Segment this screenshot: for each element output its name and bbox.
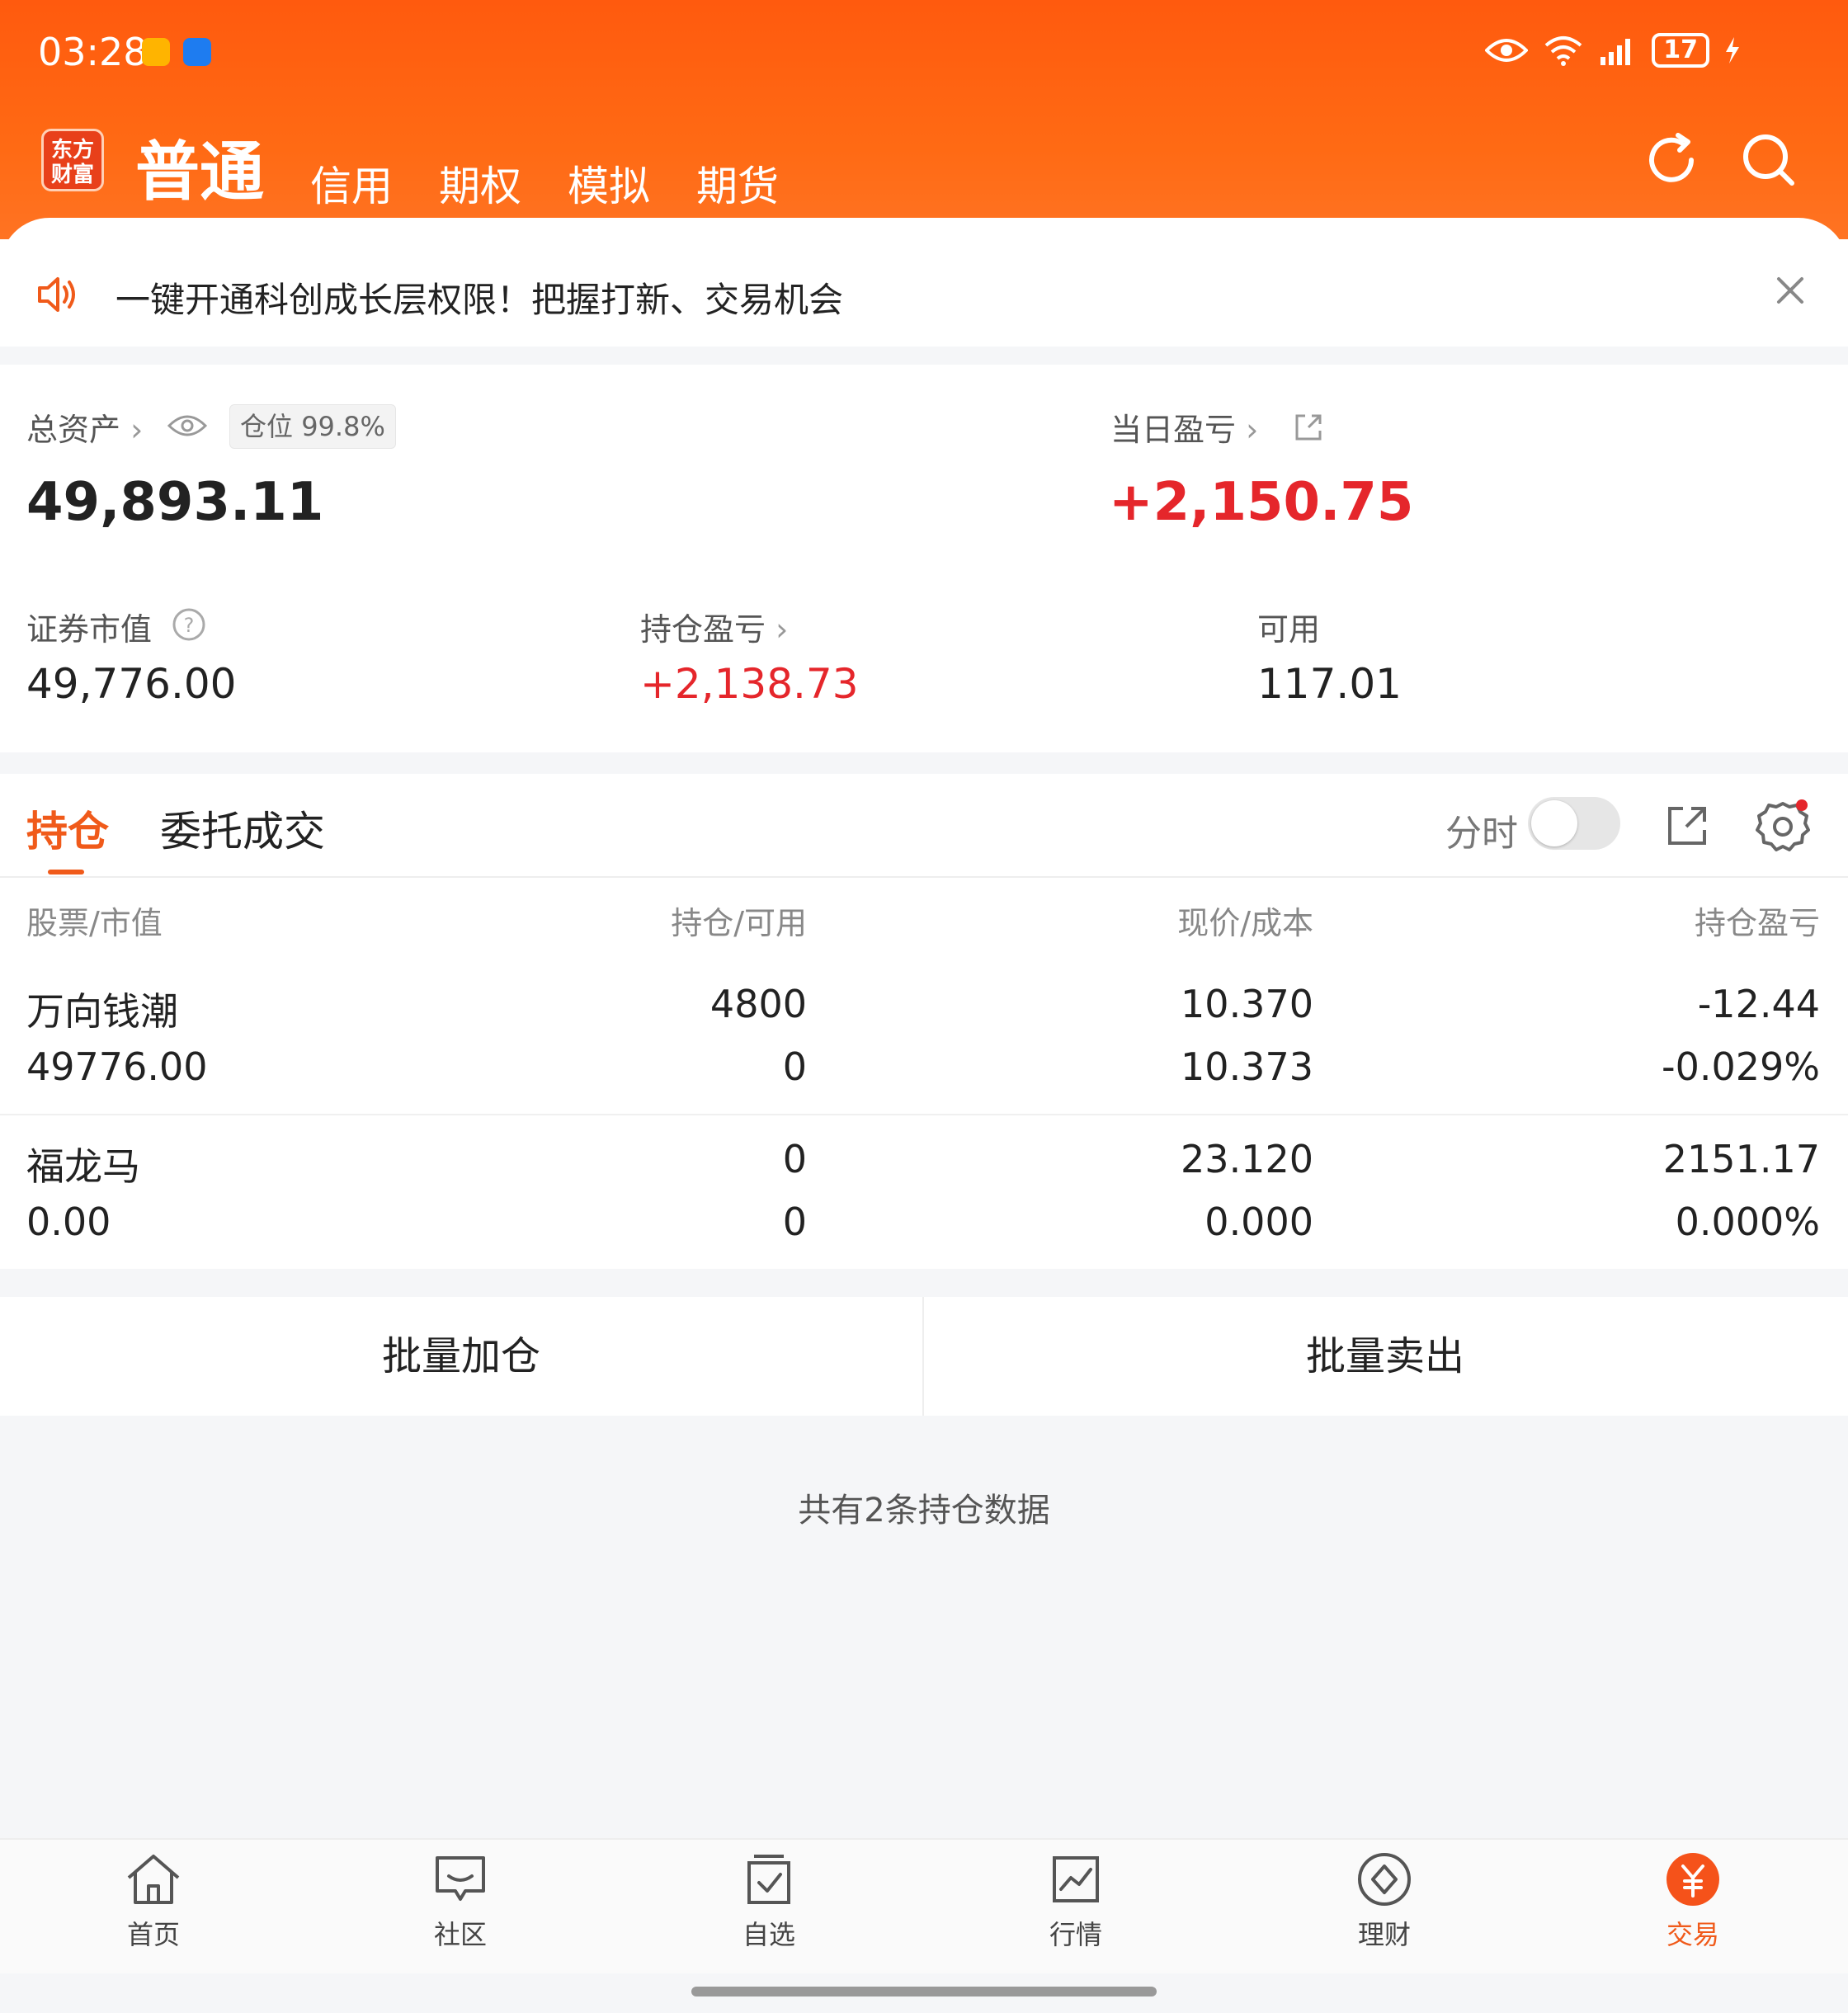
share-icon[interactable] xyxy=(1665,804,1709,848)
stock-pl: -12.44 xyxy=(1697,982,1820,1026)
chevron-right-icon: › xyxy=(1236,412,1259,448)
stock-market-value: 49776.00 xyxy=(26,1044,208,1089)
refresh-icon[interactable] xyxy=(1642,130,1701,190)
tab-options[interactable]: 期权 xyxy=(439,153,521,213)
total-assets-link[interactable]: 总资产 › xyxy=(26,404,143,450)
tab-futures[interactable]: 期货 xyxy=(696,153,779,213)
chat-icon xyxy=(436,1856,485,1901)
stock-pl-pct: 0.000% xyxy=(1675,1200,1820,1244)
total-assets-value: 49,893.11 xyxy=(26,472,324,533)
home-indicator[interactable] xyxy=(691,1987,1157,1996)
stock-name[interactable]: 万向钱潮 xyxy=(26,982,178,1036)
stock-price: 23.120 xyxy=(1181,1137,1313,1181)
notification-app-icon xyxy=(142,38,170,66)
share-icon[interactable] xyxy=(1292,411,1325,444)
charging-icon xyxy=(1726,37,1739,64)
wifi-icon xyxy=(1544,36,1582,66)
app-logo: 东方 财富 xyxy=(41,129,104,191)
eye-icon xyxy=(1485,39,1529,62)
col-position: 持仓/可用 xyxy=(671,905,807,941)
nav-label: 首页 xyxy=(126,1919,180,1950)
bulk-sell-button[interactable]: 批量卖出 xyxy=(924,1297,1846,1416)
col-stock: 股票/市值 xyxy=(26,898,163,943)
col-stock-label: 股票/市值 xyxy=(26,905,163,941)
tab-orders[interactable]: 委托成交 xyxy=(160,799,325,858)
divider xyxy=(0,876,1848,878)
market-value-label: 证券市值 xyxy=(26,611,153,648)
trade-yen-icon xyxy=(1666,1853,1719,1906)
chart-icon xyxy=(1053,1856,1099,1902)
battery-level: 17 xyxy=(1652,33,1709,68)
notice-text[interactable]: 一键开通科创成长层权限！把握打新、交易机会 xyxy=(116,272,843,323)
eye-icon[interactable] xyxy=(167,409,208,442)
bottom-nav xyxy=(0,1838,1848,1973)
tab-credit[interactable]: 信用 xyxy=(310,153,393,213)
stock-available: 0 xyxy=(782,1200,807,1244)
stock-available: 0 xyxy=(782,1044,807,1089)
signal-icon xyxy=(1600,39,1631,65)
nav-wealth[interactable]: 理财 xyxy=(1294,1851,1475,1959)
nav-home[interactable]: 首页 xyxy=(63,1851,244,1959)
col-price: 现价/成本 xyxy=(1177,905,1313,941)
stock-pl-pct: -0.029% xyxy=(1662,1044,1820,1089)
stock-market-value: 0.00 xyxy=(26,1200,111,1244)
nav-label: 社区 xyxy=(433,1919,487,1950)
chevron-right-icon: › xyxy=(766,611,789,648)
col-pl: 持仓盈亏 xyxy=(1694,905,1820,941)
nav-market[interactable]: 行情 xyxy=(985,1851,1167,1959)
search-icon[interactable] xyxy=(1739,130,1798,190)
speaker-icon xyxy=(38,277,75,312)
stock-qty: 4800 xyxy=(710,982,807,1026)
account-tab-bar: 普通 信用 期权 模拟 期货 xyxy=(135,120,779,213)
tab-active-indicator xyxy=(48,870,84,874)
position-label: 仓位 xyxy=(240,411,294,442)
nav-label: 行情 xyxy=(1049,1919,1102,1950)
stock-name[interactable]: 福龙马 xyxy=(26,1137,140,1191)
position-value: 99.8% xyxy=(301,411,385,442)
tab-holdings[interactable]: 持仓 xyxy=(26,799,109,858)
nav-label: 交易 xyxy=(1666,1919,1719,1950)
market-value: 49,776.00 xyxy=(26,660,237,708)
nav-watchlist[interactable]: 自选 xyxy=(678,1851,860,1959)
chevron-right-icon: › xyxy=(120,412,144,448)
toggle-knob xyxy=(1531,800,1577,846)
logo-text-2: 财富 xyxy=(50,163,94,187)
bulk-add-button[interactable]: 批量加仓 xyxy=(0,1297,922,1416)
close-icon[interactable] xyxy=(1772,272,1808,309)
nav-trade[interactable]: 交易 xyxy=(1602,1851,1784,1959)
stock-pl: 2151.17 xyxy=(1662,1137,1820,1181)
daily-pl-label: 当日盈亏 xyxy=(1110,412,1237,448)
holding-pl-label: 持仓盈亏 xyxy=(640,611,766,648)
status-time: 03:28 xyxy=(38,30,148,74)
stock-cost: 10.373 xyxy=(1181,1044,1313,1089)
available-value: 117.01 xyxy=(1257,660,1402,708)
settings-gear-icon[interactable] xyxy=(1754,797,1812,855)
total-assets-label: 总资产 xyxy=(26,412,121,448)
status-indicators: 17 xyxy=(1485,33,1741,68)
help-icon[interactable]: ? xyxy=(172,607,206,642)
watchlist-icon xyxy=(747,1855,790,1904)
stock-price: 10.370 xyxy=(1181,982,1313,1026)
svg-text:?: ? xyxy=(184,614,195,637)
daily-pl-link[interactable]: 当日盈亏 › xyxy=(1110,404,1258,450)
holding-pl-value: +2,138.73 xyxy=(640,660,859,708)
tab-simulation[interactable]: 模拟 xyxy=(568,153,650,213)
nav-community[interactable]: 社区 xyxy=(370,1851,551,1959)
available-label: 可用 xyxy=(1257,611,1321,648)
nav-label: 理财 xyxy=(1357,1919,1411,1950)
stock-cost: 0.000 xyxy=(1204,1200,1313,1244)
holding-pl-link[interactable]: 持仓盈亏 › xyxy=(640,604,788,649)
diamond-icon xyxy=(1358,1853,1411,1906)
holdings-count: 共有2条持仓数据 xyxy=(798,1492,1050,1530)
weather-app-icon xyxy=(183,38,211,66)
position-badge: 仓位 99.8% xyxy=(229,404,396,449)
tab-normal[interactable]: 普通 xyxy=(135,120,264,213)
fenshi-label: 分时 xyxy=(1445,813,1518,855)
daily-pl-value: +2,150.75 xyxy=(1109,472,1414,533)
nav-label: 自选 xyxy=(742,1919,795,1950)
stock-qty: 0 xyxy=(782,1137,807,1181)
logo-text-1: 东方 xyxy=(50,138,94,163)
home-icon xyxy=(127,1855,180,1904)
